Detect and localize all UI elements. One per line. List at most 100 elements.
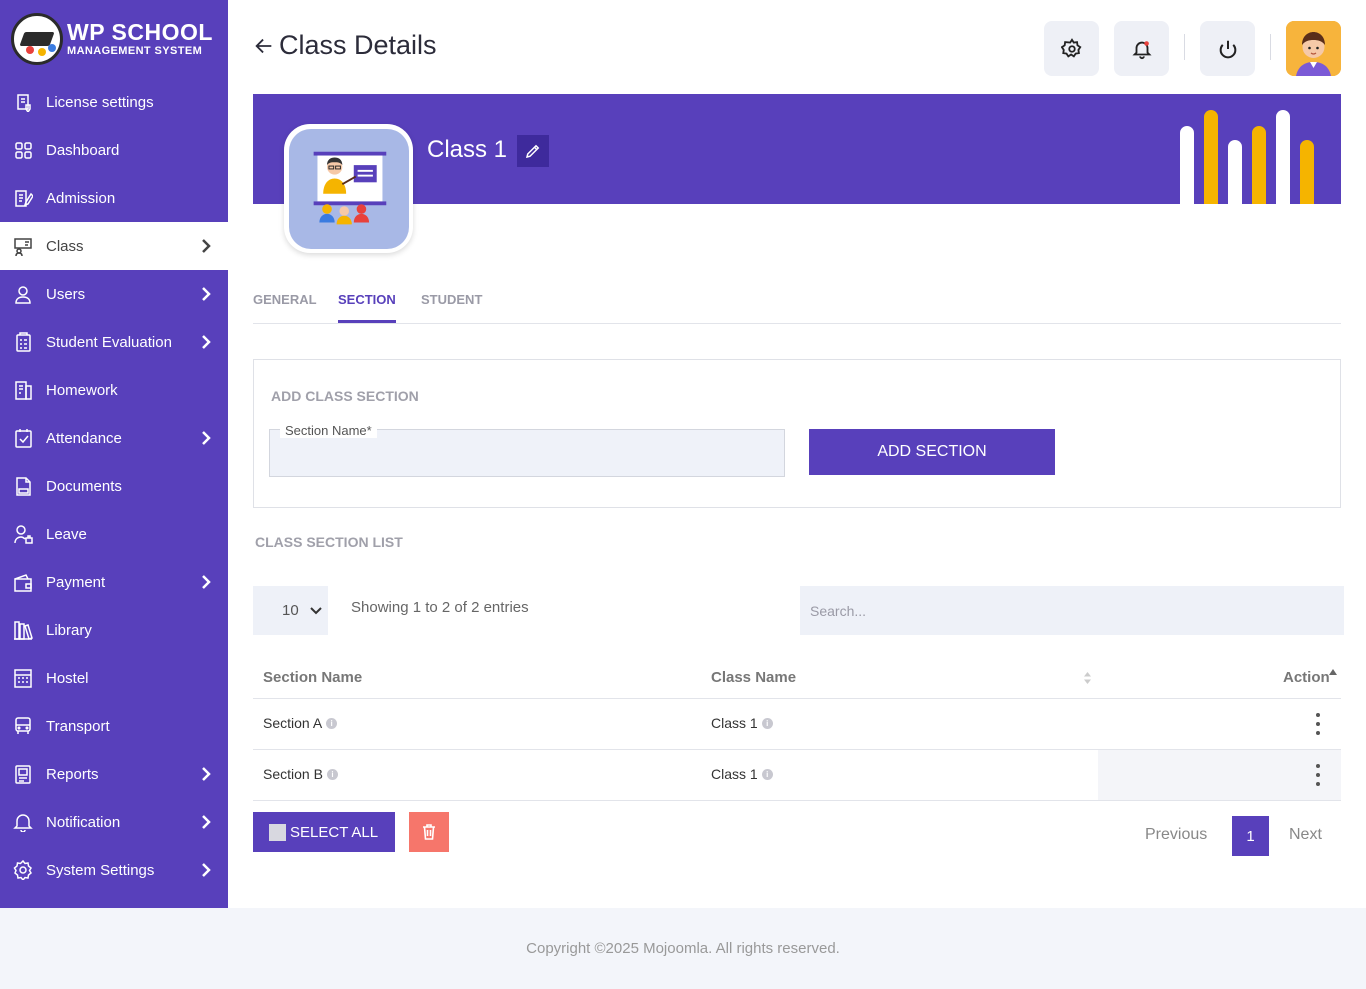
add-section-button[interactable]: ADD SECTION [809, 429, 1055, 475]
row-actions-icon[interactable] [1314, 713, 1322, 735]
class-icon [12, 235, 34, 257]
section-table: Section Name Class Name Action Section A… [253, 655, 1341, 801]
sidebar-item-license-settings[interactable]: License settings [0, 78, 228, 126]
sidebar-item-documents[interactable]: Documents [0, 462, 228, 510]
chevron-right-icon [200, 815, 212, 829]
column-class-name[interactable]: Class Name [711, 669, 796, 686]
avatar[interactable] [1286, 21, 1341, 76]
sidebar-item-hostel[interactable]: Hostel [0, 654, 228, 702]
row-actions-icon[interactable] [1314, 764, 1322, 786]
info-icon[interactable]: i [761, 717, 773, 729]
add-section-card: ADD CLASS SECTION Section Name* ADD SECT… [253, 359, 1341, 508]
table-row: Section Bi Class 1i [253, 750, 1341, 801]
info-icon[interactable]: i [326, 717, 338, 729]
logo-badge-icon [11, 13, 63, 65]
sidebar-item-attendance[interactable]: Attendance [0, 414, 228, 462]
tab-section[interactable]: SECTION [338, 292, 396, 323]
sidebar-item-label: Class [46, 237, 84, 255]
page-header: Class Details [253, 20, 1341, 76]
section-name-cell: Section A [263, 715, 323, 731]
info-icon[interactable]: i [761, 768, 773, 780]
entries-info: Showing 1 to 2 of 2 entries [351, 599, 529, 616]
chevron-right-icon [200, 335, 212, 349]
sidebar-item-label: Attendance [46, 429, 122, 447]
column-section-name[interactable]: Section Name [263, 669, 362, 686]
pagination-page-1[interactable]: 1 [1232, 816, 1269, 856]
chevron-right-icon [200, 767, 212, 781]
section-list-title: CLASS SECTION LIST [255, 534, 403, 550]
notification-button[interactable] [1114, 21, 1169, 76]
chevron-down-icon [309, 606, 322, 614]
class-image [284, 124, 413, 253]
leave-icon [12, 523, 34, 545]
settings-button[interactable] [1044, 21, 1099, 76]
power-icon [1219, 40, 1236, 58]
sidebar-item-label: Documents [46, 477, 122, 495]
pagination-next[interactable]: Next [1289, 826, 1322, 844]
class-name: Class 1 [427, 136, 508, 163]
logo-subtitle: MANAGEMENT SYSTEM [67, 45, 203, 57]
sidebar-item-label: Homework [46, 381, 118, 399]
chevron-right-icon [200, 239, 212, 253]
page-size-value: 10 [282, 602, 299, 619]
search-input[interactable] [800, 586, 1344, 635]
sidebar-item-label: Admission [46, 189, 116, 207]
sidebar-item-label: Notification [46, 813, 121, 831]
logo-title: WP SCHOOL [67, 19, 213, 45]
payment-icon [12, 571, 34, 593]
notification-icon [12, 811, 34, 833]
sidebar-item-label: Library [46, 621, 92, 639]
sidebar-item-notification[interactable]: Notification [0, 798, 228, 846]
teacher-board-icon [313, 151, 386, 224]
sort-up-icon[interactable] [1329, 669, 1337, 677]
column-action[interactable]: Action [1283, 669, 1330, 686]
tab-student[interactable]: STUDENT [421, 292, 482, 320]
user-avatar-icon [1286, 21, 1341, 76]
back-arrow-icon[interactable] [253, 35, 275, 57]
header-divider [1270, 34, 1271, 60]
sidebar-item-student-evaluation[interactable]: Student Evaluation [0, 318, 228, 366]
sidebar: WP SCHOOL MANAGEMENT SYSTEM License sett… [0, 0, 228, 908]
trash-icon [423, 824, 435, 840]
pencil-icon [525, 144, 540, 159]
sort-icon[interactable] [1083, 671, 1092, 685]
license-icon [12, 91, 34, 113]
sidebar-item-dashboard[interactable]: Dashboard [0, 126, 228, 174]
sidebar-item-payment[interactable]: Payment [0, 558, 228, 606]
reports-icon [12, 763, 34, 785]
info-icon[interactable]: i [326, 768, 338, 780]
sidebar-item-class[interactable]: Class [0, 222, 228, 270]
class-name-cell: Class 1 [711, 715, 758, 731]
sidebar-item-leave[interactable]: Leave [0, 510, 228, 558]
user-icon [12, 283, 34, 305]
delete-selected-button[interactable] [409, 812, 449, 852]
sidebar-item-admission[interactable]: Admission [0, 174, 228, 222]
tab-general[interactable]: GENERAL [253, 292, 317, 320]
library-icon [12, 619, 34, 641]
sidebar-item-label: Dashboard [46, 141, 120, 159]
sidebar-item-system-settings[interactable]: System Settings [0, 846, 228, 894]
chevron-right-icon [200, 287, 212, 301]
logout-button[interactable] [1200, 21, 1255, 76]
page-size-select[interactable]: 10 [253, 586, 328, 635]
select-all-button[interactable]: SELECT ALL [253, 812, 395, 852]
dashboard-icon [12, 139, 34, 161]
checkbox-icon [269, 823, 286, 841]
chevron-right-icon [200, 431, 212, 445]
logo[interactable]: WP SCHOOL MANAGEMENT SYSTEM [0, 0, 228, 78]
sidebar-item-users[interactable]: Users [0, 270, 228, 318]
tabs: GENERAL SECTION STUDENT [253, 290, 1341, 324]
sidebar-item-homework[interactable]: Homework [0, 366, 228, 414]
copyright-text: Copyright ©2025 Mojoomla. All rights res… [526, 940, 840, 957]
sidebar-item-library[interactable]: Library [0, 606, 228, 654]
chevron-right-icon [200, 863, 212, 877]
sidebar-item-reports[interactable]: Reports [0, 750, 228, 798]
edit-class-button[interactable] [517, 135, 549, 167]
pagination-previous[interactable]: Previous [1145, 826, 1207, 844]
add-section-title: ADD CLASS SECTION [271, 388, 419, 404]
section-name-cell: Section B [263, 766, 323, 782]
settings-icon [12, 859, 34, 881]
sidebar-item-transport[interactable]: Transport [0, 702, 228, 750]
documents-icon [12, 475, 34, 497]
sidebar-item-label: Student Evaluation [46, 333, 172, 351]
